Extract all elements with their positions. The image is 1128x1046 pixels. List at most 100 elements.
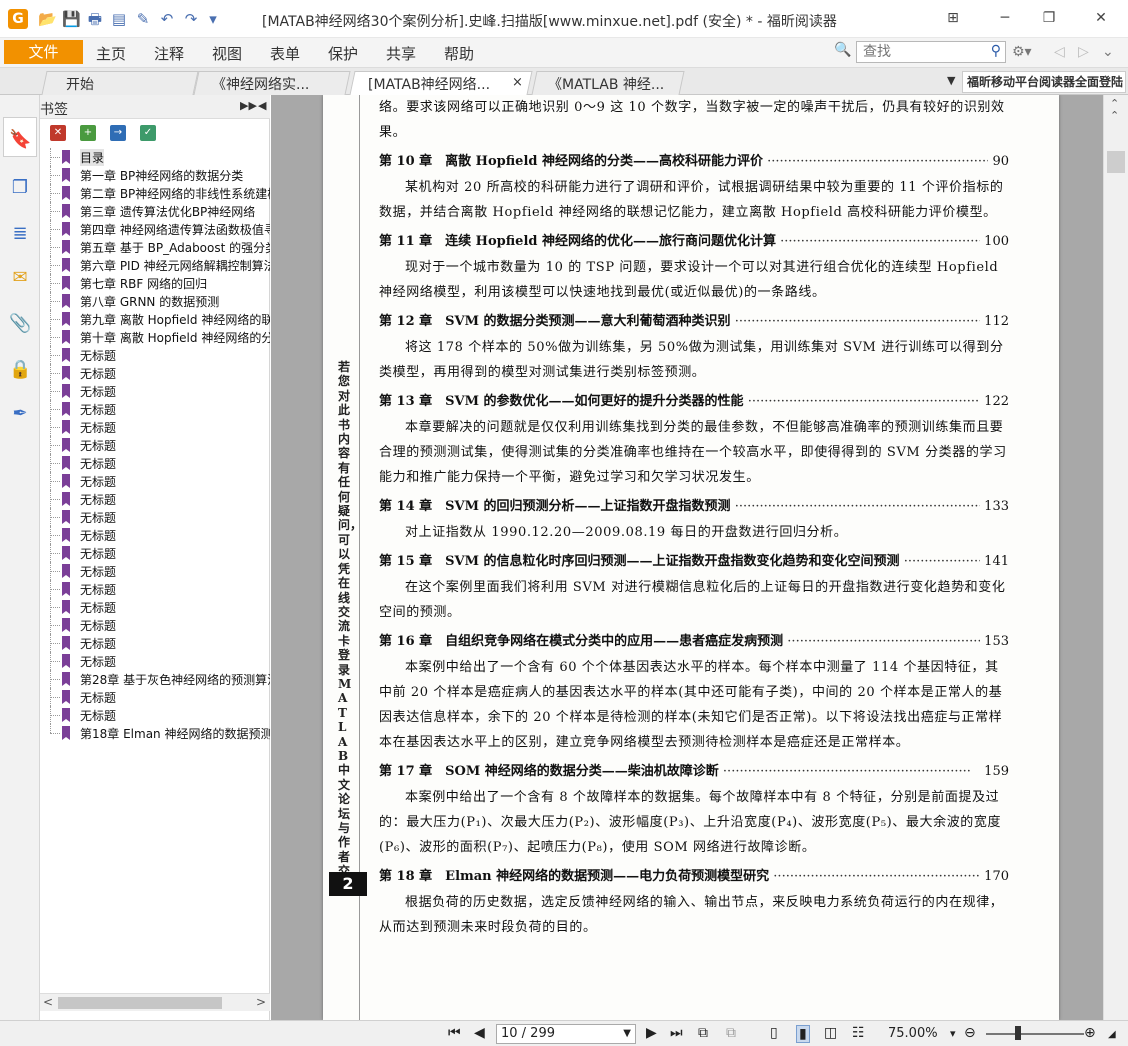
- zoom-level[interactable]: 75.00%: [888, 1026, 938, 1041]
- bookmark-item[interactable]: 第九章 离散 Hopfield 神经网络的联想记忆: [40, 310, 270, 328]
- tab-start[interactable]: [41, 71, 199, 95]
- toc-chapter-heading[interactable]: 第 10 章 离散 Hopfield 神经网络的分类——高校科研能力评价 ···…: [379, 149, 1009, 175]
- promo-dropdown-icon[interactable]: ▼: [947, 74, 955, 87]
- chevron-down-icon[interactable]: ▼: [623, 1025, 631, 1043]
- menu-view[interactable]: 视图: [212, 43, 242, 64]
- customize-icon[interactable]: ▾: [204, 10, 222, 28]
- toc-chapter-heading[interactable]: 第 17 章 SOM 神经网络的数据分类——柴油机故障诊断 ··········…: [379, 759, 1009, 785]
- bookmark-item[interactable]: 无标题: [40, 400, 270, 418]
- print-icon[interactable]: 🖶: [86, 10, 104, 28]
- next-result-icon[interactable]: ▷: [1078, 44, 1089, 60]
- scrollbar-thumb[interactable]: [58, 997, 222, 1009]
- menu-comment[interactable]: 注释: [154, 43, 184, 64]
- first-page-icon[interactable]: ⏮: [448, 1025, 461, 1041]
- menu-help[interactable]: 帮助: [444, 43, 474, 64]
- promo-banner[interactable]: 福昕移动平台阅读器全面登陆: [962, 71, 1126, 93]
- bookmark-item[interactable]: 第十章 离散 Hopfield 神经网络的分类: [40, 328, 270, 346]
- previous-view-icon[interactable]: ⧉: [698, 1025, 708, 1041]
- expand-bookmark-icon[interactable]: →: [110, 125, 126, 141]
- scroll-up-icon[interactable]: ⌃: [1110, 109, 1119, 122]
- bookmark-item[interactable]: 无标题: [40, 454, 270, 472]
- bookmark-item[interactable]: 无标题: [40, 490, 270, 508]
- bookmark-item[interactable]: 第七章 RBF 网络的回归: [40, 274, 270, 292]
- bookmark-item[interactable]: 无标题: [40, 346, 270, 364]
- next-view-icon[interactable]: ⧉: [726, 1025, 736, 1041]
- bookmark-item[interactable]: 无标题: [40, 616, 270, 634]
- bookmark-item[interactable]: 无标题: [40, 562, 270, 580]
- bookmark-item[interactable]: 无标题: [40, 580, 270, 598]
- bookmark-item[interactable]: 无标题: [40, 706, 270, 724]
- toc-chapter-heading[interactable]: 第 16 章 自组织竞争网络在模式分类中的应用——患者癌症发病预测 ······…: [379, 629, 1009, 655]
- scroll-left-icon[interactable]: <: [43, 995, 53, 1009]
- single-page-icon[interactable]: ▯: [770, 1025, 778, 1041]
- search-icon[interactable]: ⚲: [991, 43, 1001, 59]
- last-page-icon[interactable]: ⏭: [670, 1025, 683, 1041]
- document-view[interactable]: 若您对此书内容有任何疑问，可以凭在线交流卡登录MATLAB中文论坛与作者交流。 …: [271, 95, 1103, 1020]
- collapse-panel-icon[interactable]: ◀: [258, 99, 266, 112]
- restore-button[interactable]: ❐: [1036, 8, 1062, 28]
- find-icon[interactable]: 🔍: [834, 42, 851, 58]
- toc-chapter-heading[interactable]: 第 18 章 Elman 神经网络的数据预测——电力负荷预测模型研究 ·····…: [379, 864, 1009, 890]
- bookmark-item[interactable]: 第五章 基于 BP_Adaboost 的强分类器: [40, 238, 270, 256]
- bookmark-item[interactable]: 第八章 GRNN 的数据预测: [40, 292, 270, 310]
- toc-chapter-heading[interactable]: 第 14 章 SVM 的回归预测分析——上证指数开盘指数预测 ·········…: [379, 494, 1009, 520]
- bookmark-properties-icon[interactable]: ✓: [140, 125, 156, 141]
- bookmark-item[interactable]: 无标题: [40, 598, 270, 616]
- next-page-icon[interactable]: ▶: [646, 1025, 657, 1041]
- document-vertical-scrollbar[interactable]: ⌃ ⌃: [1103, 95, 1128, 1020]
- bookmark-item[interactable]: 第六章 PID 神经元网络解耦控制算法: [40, 256, 270, 274]
- panel-options-icon[interactable]: ▶▶: [240, 99, 257, 112]
- bookmark-panel-icon[interactable]: 🔖: [9, 129, 31, 151]
- close-button[interactable]: ✕: [1088, 8, 1114, 28]
- resize-grip-icon[interactable]: ◢: [1108, 1029, 1116, 1040]
- toc-chapter-heading[interactable]: 第 15 章 SVM 的信息粒化时序回归预测——上证指数开盘指数变化趋势和变化空…: [379, 549, 1009, 575]
- toc-chapter-heading[interactable]: 第 12 章 SVM 的数据分类预测——意大利葡萄酒种类识别 ·········…: [379, 309, 1009, 335]
- redo-icon[interactable]: ↷: [182, 10, 200, 28]
- app-logo-icon[interactable]: G: [8, 9, 28, 29]
- bookmark-item[interactable]: 目录: [40, 148, 270, 166]
- bookmark-item[interactable]: 无标题: [40, 382, 270, 400]
- properties-icon[interactable]: ▤: [110, 10, 128, 28]
- open-icon[interactable]: 📂: [38, 10, 57, 28]
- zoom-dropdown-icon[interactable]: ▾: [950, 1027, 956, 1040]
- zoom-out-icon[interactable]: ⊖: [964, 1025, 976, 1041]
- continuous-page-icon[interactable]: ▮: [796, 1025, 810, 1043]
- bookmark-item[interactable]: 第三章 遗传算法优化BP神经网络: [40, 202, 270, 220]
- bookmark-item[interactable]: 无标题: [40, 652, 270, 670]
- tab-close-icon[interactable]: ×: [512, 75, 523, 90]
- menu-home[interactable]: 主页: [96, 43, 126, 64]
- attachments-icon[interactable]: 📎: [9, 313, 31, 335]
- menu-form[interactable]: 表单: [270, 43, 300, 64]
- bookmark-item[interactable]: 无标题: [40, 544, 270, 562]
- add-bookmark-icon[interactable]: +: [80, 125, 96, 141]
- settings-icon[interactable]: ⚙▾: [1012, 44, 1032, 60]
- previous-page-icon[interactable]: ◀: [474, 1025, 485, 1041]
- new-icon[interactable]: ✎: [134, 10, 152, 28]
- minimize-button[interactable]: ─: [992, 8, 1018, 28]
- bookmark-item[interactable]: 无标题: [40, 472, 270, 490]
- bookmark-horizontal-scrollbar[interactable]: < >: [40, 993, 270, 1011]
- search-input[interactable]: [857, 42, 977, 62]
- toc-chapter-heading[interactable]: 第 13 章 SVM 的参数优化——如何更好的提升分类器的性能 ········…: [379, 389, 1009, 415]
- bookmark-item[interactable]: 第一章 BP神经网络的数据分类: [40, 166, 270, 184]
- scrollbar-thumb[interactable]: [1107, 151, 1125, 173]
- layers-icon[interactable]: ≣: [9, 223, 31, 245]
- toc-chapter-heading[interactable]: 第 11 章 连续 Hopfield 神经网络的优化——旅行商问题优化计算 ··…: [379, 229, 1009, 255]
- search-box[interactable]: ⚲: [856, 41, 1006, 63]
- chevron-down-icon[interactable]: ⌄: [1102, 44, 1114, 60]
- comments-icon[interactable]: ✉: [9, 267, 31, 289]
- menu-share[interactable]: 共享: [386, 43, 416, 64]
- zoom-in-icon[interactable]: ⊕: [1084, 1025, 1096, 1041]
- scroll-right-icon[interactable]: >: [256, 995, 266, 1009]
- bookmark-item[interactable]: 第18章 Elman 神经网络的数据预测: [40, 724, 270, 742]
- bookmark-item[interactable]: 第四章 神经网络遗传算法函数极值寻优: [40, 220, 270, 238]
- zoom-slider-track[interactable]: [986, 1033, 1084, 1035]
- delete-bookmark-icon[interactable]: ✕: [50, 125, 66, 141]
- bookmark-item[interactable]: 无标题: [40, 436, 270, 454]
- layout-icon[interactable]: ⊞: [940, 8, 966, 28]
- menu-file[interactable]: 文件: [4, 40, 83, 64]
- facing-pages-icon[interactable]: ◫: [824, 1025, 837, 1041]
- page-thumbnails-icon[interactable]: ❐: [9, 177, 31, 199]
- bookmark-item[interactable]: 无标题: [40, 364, 270, 382]
- bookmark-item[interactable]: 无标题: [40, 508, 270, 526]
